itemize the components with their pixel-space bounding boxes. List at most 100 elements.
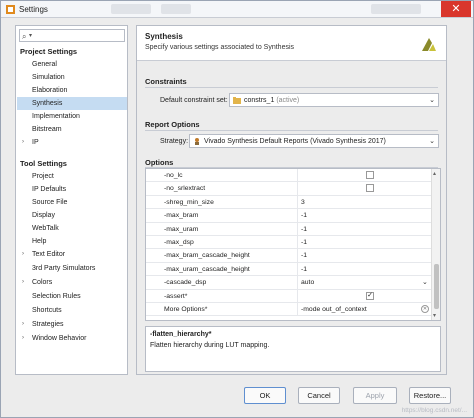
chevron-right-icon[interactable]: › (22, 332, 24, 345)
cancel-button[interactable]: Cancel (298, 387, 340, 404)
settings-window: Settings ✕ ⌕ ▾ Project Settings General … (0, 0, 474, 418)
constraint-set-value: constrs_1 (244, 97, 275, 104)
nav-item-label: Project (32, 173, 54, 180)
option-value[interactable]: -mode out_of_context (301, 306, 367, 313)
scroll-up-icon[interactable]: ▴ (433, 170, 436, 177)
option-checkbox[interactable] (366, 171, 374, 179)
nav-item-colors[interactable]: › Colors (17, 276, 127, 289)
nav-item-bitstream[interactable]: Bitstream (17, 123, 127, 136)
option-row[interactable]: -assert* ✓ (146, 289, 431, 303)
nav-item-elaboration[interactable]: Elaboration (17, 84, 127, 97)
option-key: -no_lc (164, 172, 183, 179)
nav-item-synthesis[interactable]: Synthesis (17, 97, 127, 110)
nav-item-label: WebTalk (32, 225, 59, 232)
option-value[interactable]: 3 (301, 199, 305, 206)
option-checkbox-checked[interactable]: ✓ (366, 291, 374, 300)
nav-item-project[interactable]: Project (17, 170, 127, 183)
nav-item-label: Simulation (32, 74, 65, 81)
scrollbar-thumb[interactable] (434, 264, 439, 309)
option-value[interactable]: -1 (301, 266, 307, 273)
page-title: Synthesis (145, 32, 183, 41)
option-row[interactable]: -cascade_dsp auto ⌄ (146, 276, 431, 290)
option-key: More Options* (164, 306, 208, 313)
chevron-down-icon[interactable]: ⌄ (422, 278, 428, 286)
report-strategy-dropdown[interactable]: Vivado Synthesis Default Reports (Vivado… (189, 134, 439, 148)
nav-item-simulation[interactable]: Simulation (17, 71, 127, 84)
vivado-logo-icon (422, 38, 436, 51)
nav-item-ip[interactable]: › IP (17, 136, 127, 149)
nav-item-label: Implementation (32, 113, 80, 120)
apply-button[interactable]: Apply (353, 387, 397, 404)
nav-item-display[interactable]: Display (17, 209, 127, 222)
chevron-right-icon[interactable]: › (22, 318, 24, 331)
nav-search-input[interactable]: ⌕ ▾ (19, 29, 125, 42)
tool-settings-heading: Tool Settings (20, 159, 67, 168)
project-settings-heading: Project Settings (20, 47, 78, 56)
nav-item-shortcuts[interactable]: Shortcuts (17, 304, 127, 317)
chevron-right-icon[interactable]: › (22, 136, 24, 149)
report-strategy-value: Vivado Synthesis Default Reports (Vivado… (204, 138, 386, 145)
report-options-heading: Report Options (145, 120, 200, 129)
option-row[interactable]: -max_uram -1 (146, 222, 431, 236)
nav-item-3rd-party-simulators[interactable]: 3rd Party Simulators (17, 262, 127, 275)
scroll-down-icon[interactable]: ▾ (433, 312, 436, 319)
divider (145, 130, 438, 131)
option-row[interactable]: -max_bram -1 (146, 209, 431, 223)
chevron-down-icon: ⌄ (429, 97, 435, 104)
option-row[interactable]: -no_srlextract (146, 182, 431, 196)
nav-item-label: Text Editor (32, 251, 66, 258)
option-key: -assert* (164, 292, 188, 300)
nav-item-label: IP Defaults (32, 186, 67, 193)
nav-item-source-file[interactable]: Source File (17, 196, 127, 209)
option-key: -max_uram_cascade_height (164, 265, 250, 273)
option-row[interactable]: -no_lc (146, 169, 431, 183)
option-value[interactable]: -1 (301, 226, 307, 233)
nav-item-help[interactable]: Help (17, 235, 127, 248)
column-separator (297, 209, 298, 223)
chevron-right-icon[interactable]: › (22, 248, 24, 261)
nav-item-ip-defaults[interactable]: IP Defaults (17, 183, 127, 196)
ok-button[interactable]: OK (244, 387, 286, 404)
nav-item-window-behavior[interactable]: › Window Behavior (17, 332, 127, 345)
close-button[interactable]: ✕ (441, 1, 471, 17)
restore-button[interactable]: Restore... (409, 387, 451, 404)
option-row[interactable]: More Options* -mode out_of_context ✕ (146, 303, 431, 317)
option-row[interactable]: -max_uram_cascade_height -1 (146, 262, 431, 277)
options-table: -no_lc -no_srlextract -shreg_min_size 3 … (145, 168, 441, 321)
nav-item-webtalk[interactable]: WebTalk (17, 222, 127, 235)
option-value[interactable]: -1 (301, 239, 307, 246)
option-row[interactable]: -shreg_min_size 3 (146, 195, 431, 210)
constraint-set-dropdown[interactable]: constrs_1 (active) ⌄ (229, 93, 439, 107)
clear-icon[interactable]: ✕ (421, 305, 429, 313)
settings-nav-panel: ⌕ ▾ Project Settings General Simulation … (15, 25, 128, 375)
nav-item-implementation[interactable]: Implementation (17, 110, 127, 123)
background-tab (161, 4, 191, 14)
nav-item-label: Source File (32, 199, 68, 206)
option-checkbox[interactable] (366, 184, 374, 193)
watermark: https://blog.csdn.net/... (401, 407, 467, 414)
column-separator (297, 249, 298, 263)
background-tab (111, 4, 151, 14)
options-scrollbar[interactable]: ▴ ▾ (431, 169, 440, 320)
option-value[interactable]: -1 (301, 212, 307, 219)
description-text: Flatten hierarchy during LUT mapping. (150, 342, 270, 349)
window-title: Settings (19, 5, 48, 14)
settings-content-panel: Synthesis Specify various settings assoc… (136, 25, 447, 375)
nav-item-text-editor[interactable]: › Text Editor (17, 248, 127, 261)
title-bar: Settings ✕ (1, 1, 473, 18)
nav-item-general[interactable]: General (17, 58, 127, 71)
option-key: -max_bram_cascade_height (164, 252, 250, 260)
nav-item-label: Synthesis (32, 100, 63, 107)
option-row[interactable]: -max_bram_cascade_height -1 (146, 249, 431, 263)
description-title: -flatten_hierarchy* (150, 331, 212, 338)
nav-item-selection-rules[interactable]: Selection Rules (17, 290, 127, 303)
option-row[interactable]: -max_dsp -1 (146, 236, 431, 250)
nav-item-label: Strategies (32, 321, 64, 328)
column-separator (297, 289, 298, 303)
chevron-right-icon[interactable]: › (22, 276, 24, 289)
option-value[interactable]: -1 (301, 252, 307, 259)
nav-item-strategies[interactable]: › Strategies (17, 318, 127, 331)
nav-item-label: General (32, 61, 57, 68)
column-separator (297, 262, 298, 276)
option-dropdown-value[interactable]: auto (301, 279, 314, 286)
